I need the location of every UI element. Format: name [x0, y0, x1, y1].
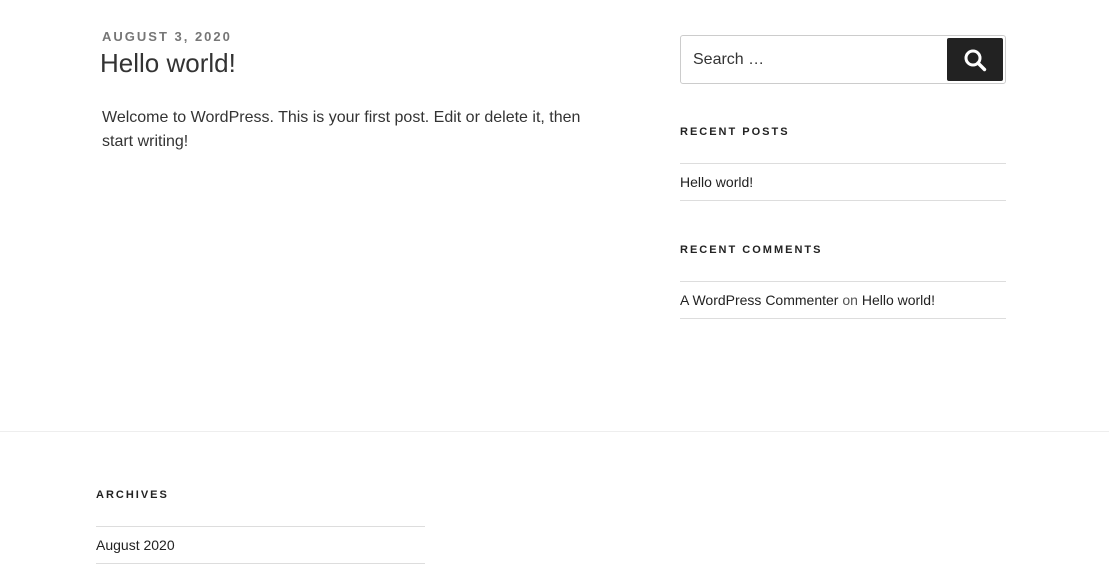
comment-post-link[interactable]: Hello world! — [862, 292, 935, 308]
archive-link[interactable]: August 2020 — [96, 537, 175, 553]
post-title: Hello world! — [100, 48, 236, 78]
page: AUGUST 3, 2020 Hello world! Welcome to W… — [0, 0, 1109, 583]
archives-list: August 2020 — [96, 526, 425, 564]
recent-comments-title: RECENT COMMENTS — [680, 244, 823, 256]
recent-comments-list: A WordPress Commenter on Hello world! — [680, 281, 1006, 319]
archives-title: ARCHIVES — [96, 489, 169, 501]
comment-author-link[interactable]: A WordPress Commenter — [680, 292, 838, 308]
list-item: Hello world! — [680, 164, 1006, 201]
search-form: Search — [680, 35, 1006, 84]
recent-posts-title: RECENT POSTS — [680, 126, 790, 138]
post-date-link[interactable]: AUGUST 3, 2020 — [102, 29, 232, 44]
comment-separator: on — [842, 292, 862, 308]
search-icon — [963, 48, 987, 72]
search-button[interactable]: Search — [947, 38, 1003, 81]
recent-post-link[interactable]: Hello world! — [680, 174, 753, 190]
recent-posts-list: Hello world! — [680, 163, 1006, 201]
list-item: August 2020 — [96, 527, 425, 564]
list-item: A WordPress Commenter on Hello world! — [680, 282, 1006, 319]
post-content: Welcome to WordPress. This is your first… — [102, 109, 581, 150]
footer-divider — [0, 431, 1109, 432]
